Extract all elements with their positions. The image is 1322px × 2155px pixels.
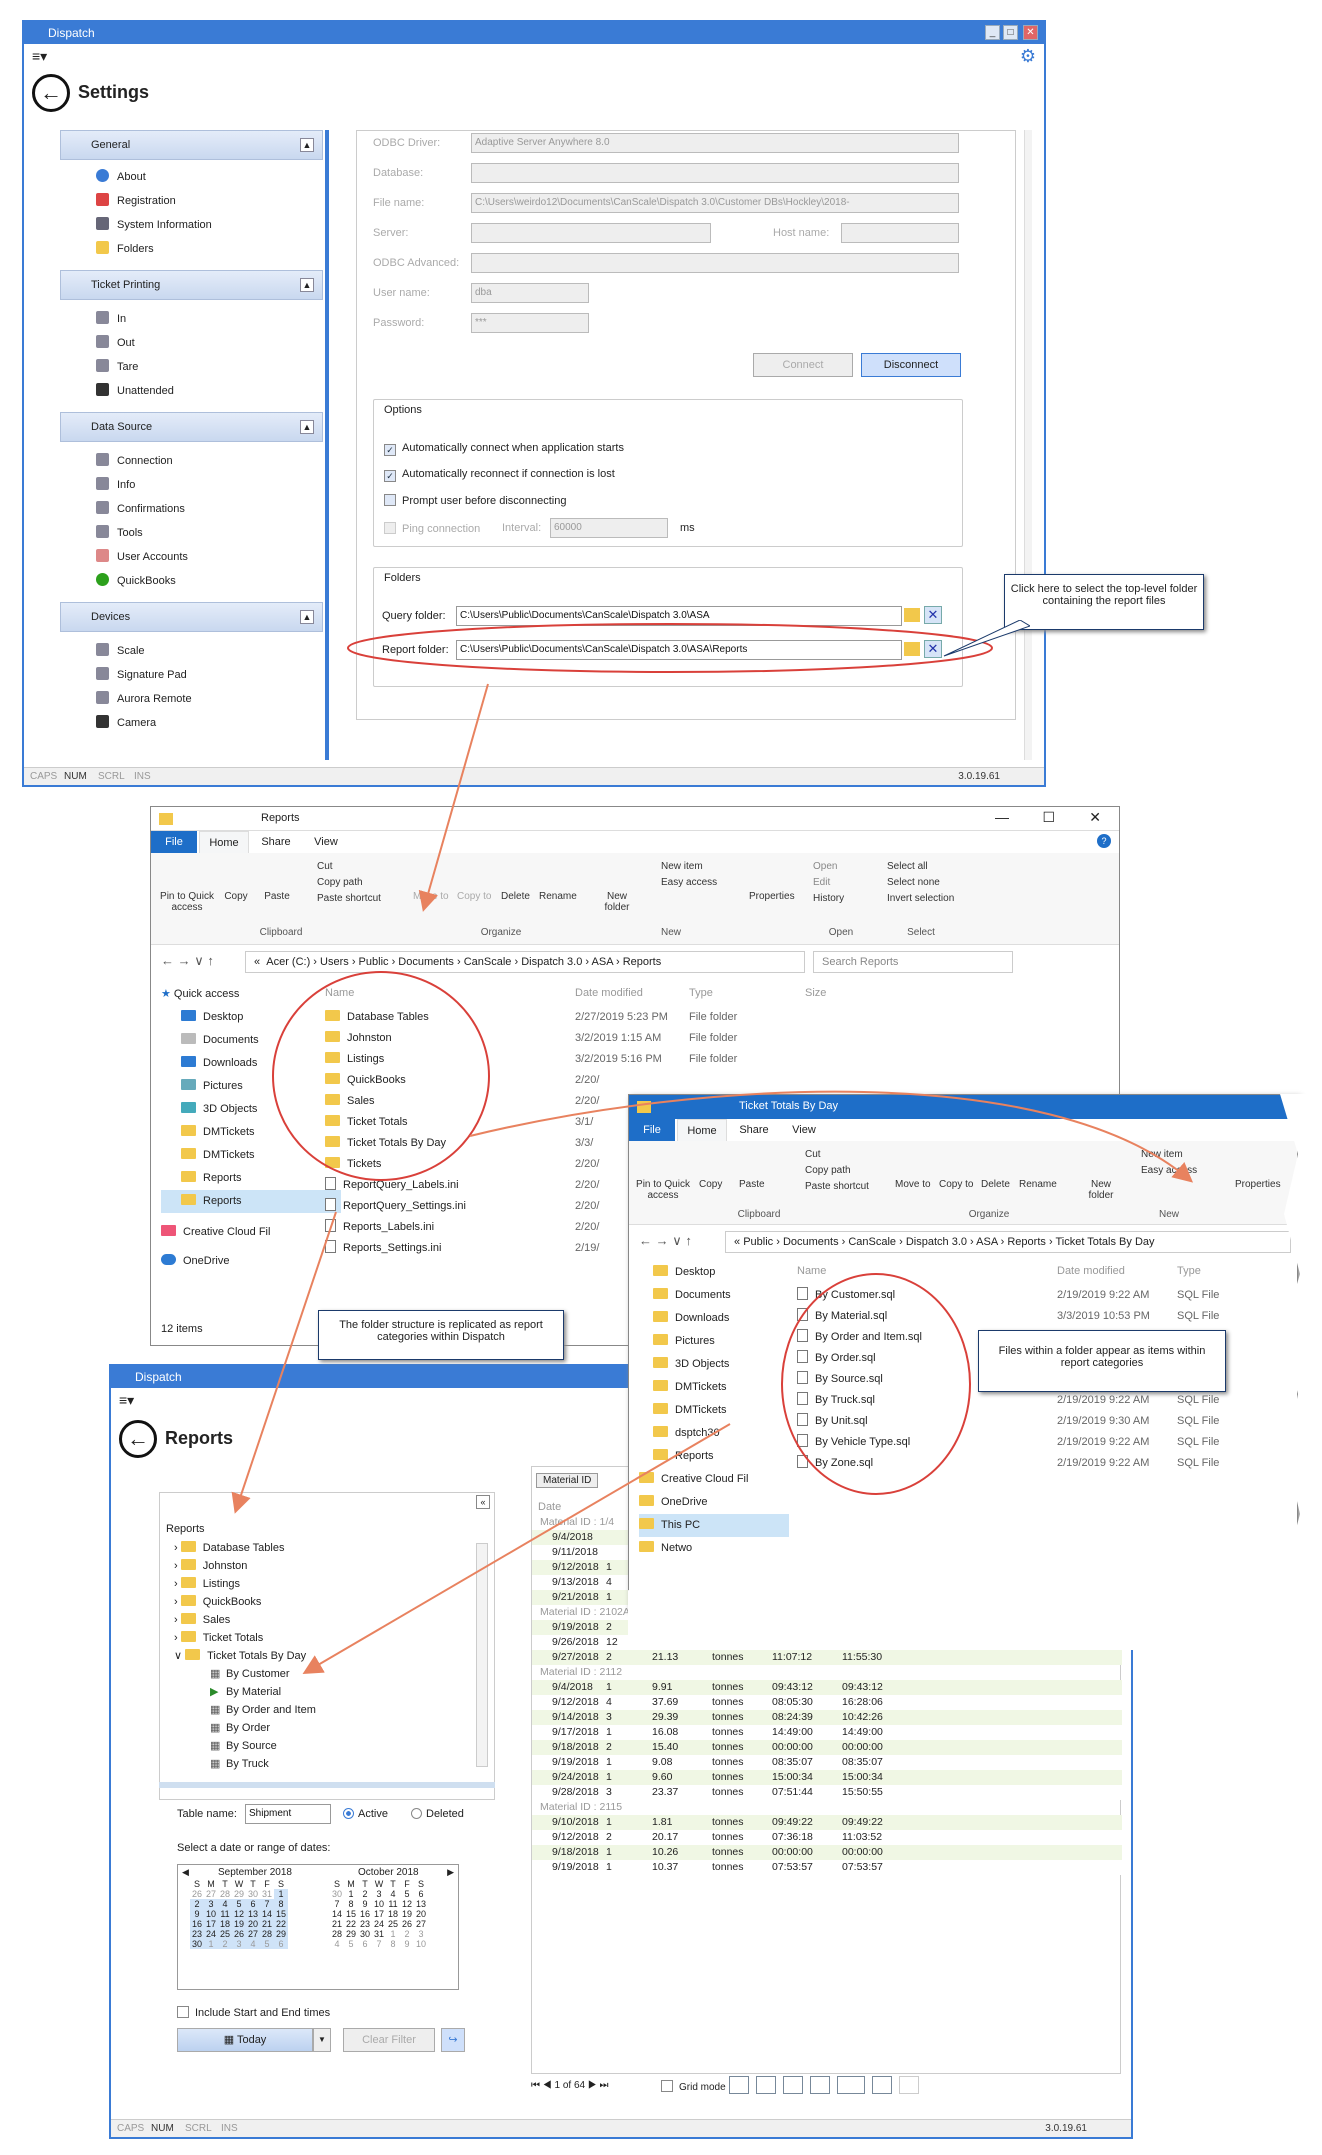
- flow-arrows: [231, 683, 1194, 1675]
